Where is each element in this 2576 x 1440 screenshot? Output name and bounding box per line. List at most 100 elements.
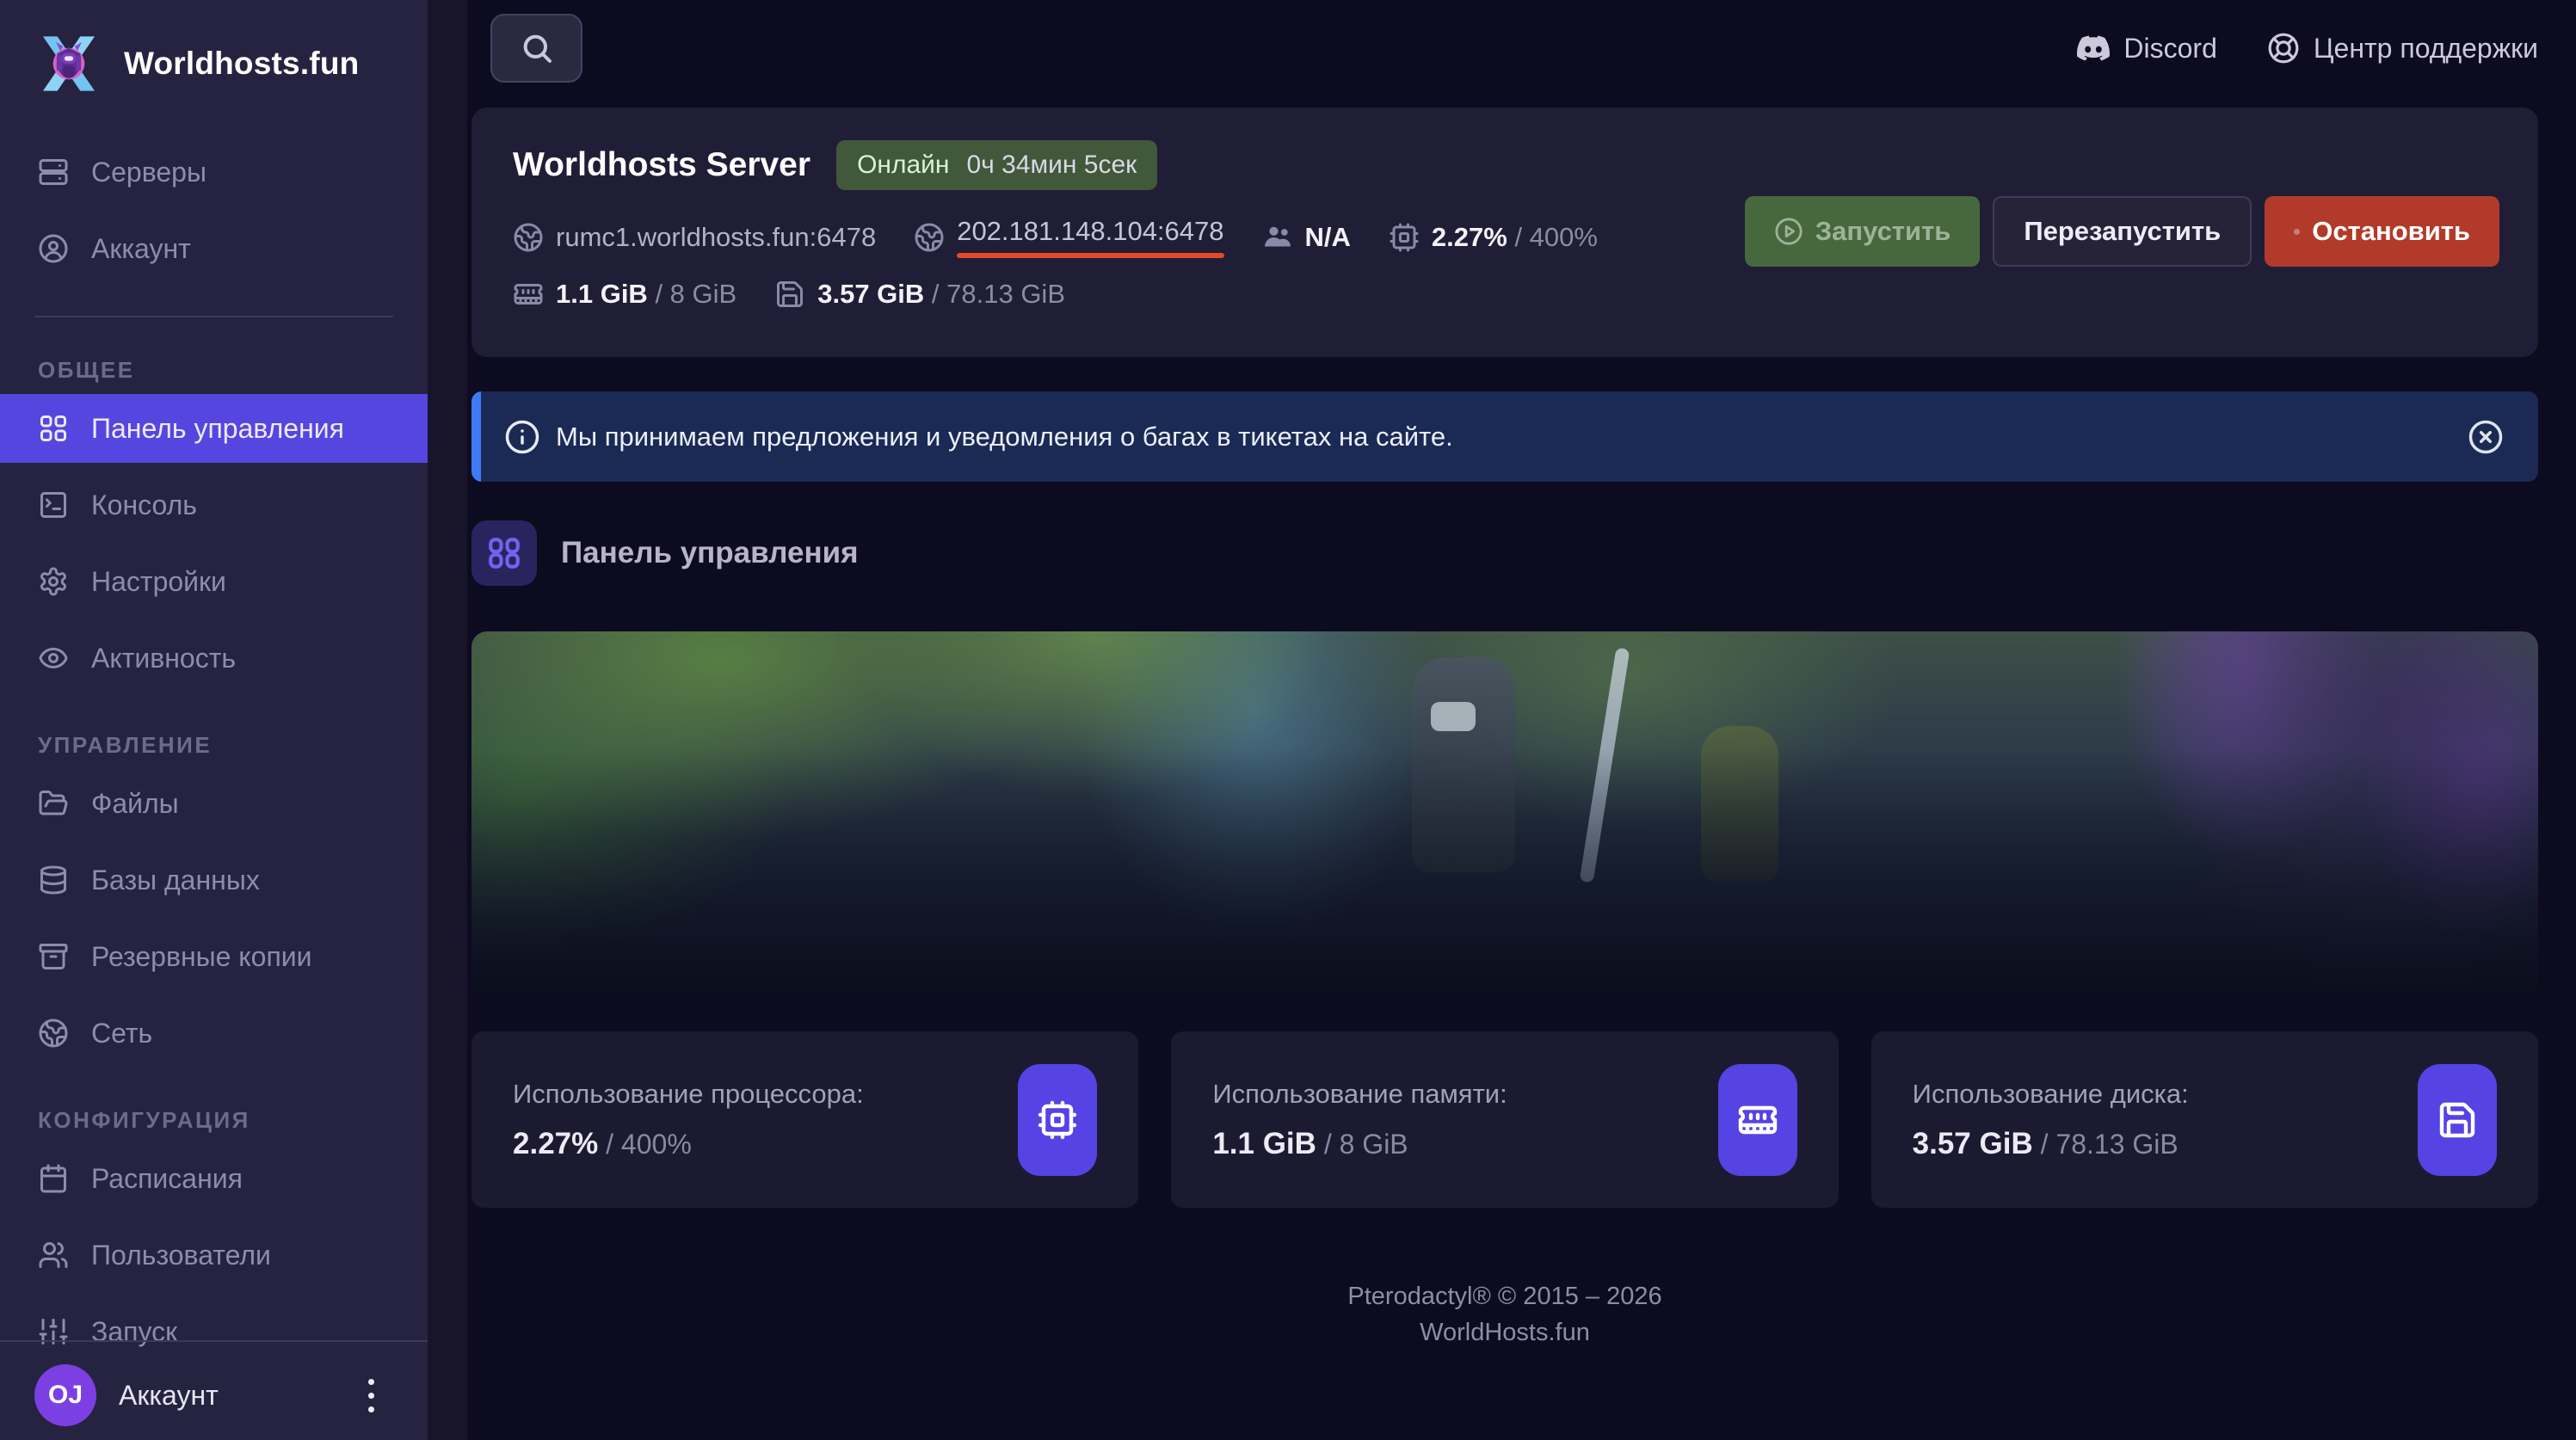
stat-label: Использование процессора:	[513, 1078, 864, 1109]
sidebar-item-files[interactable]: Файлы	[0, 769, 428, 838]
stat-value: 3.57 GiB	[1912, 1126, 2033, 1160]
banner-elf-figure	[1701, 726, 1779, 881]
memory-icon	[514, 284, 543, 305]
footer: Pterodactyl® © 2015 – 2026 WorldHosts.fu…	[471, 1278, 2538, 1351]
cpu-icon	[1390, 223, 1419, 251]
disk-stat-card: Использование диска: 3.57 GiB / 78.13 Gi…	[1870, 1031, 2538, 1208]
server-actions: Запустить Перезапустить Остановить	[1744, 196, 2499, 267]
sidebar-item-servers[interactable]: Серверы	[0, 138, 428, 206]
activity-eye-icon	[39, 647, 68, 669]
discord-link[interactable]: Discord	[2077, 32, 2217, 65]
topbar: Discord Центр поддержки	[471, 13, 2538, 83]
backups-archive-icon	[39, 944, 68, 969]
sidebar-item-users[interactable]: Пользователи	[0, 1221, 428, 1289]
sidebar-section-configuration: КОНФИГУРАЦИЯ	[38, 1107, 250, 1133]
sidebar-item-label: Резервные копии	[91, 940, 312, 972]
sidebar-item-network[interactable]: Сеть	[0, 999, 428, 1068]
info-icon	[505, 420, 539, 453]
topbar-links: Discord Центр поддержки	[2077, 32, 2538, 65]
server-status: Онлайн	[857, 151, 950, 179]
sidebar-item-activity[interactable]: Активность	[0, 624, 428, 692]
restart-button[interactable]: Перезапустить	[1993, 196, 2252, 267]
database-icon	[40, 865, 66, 895]
support-center-link[interactable]: Центр поддержки	[2267, 32, 2538, 65]
server-ip-text: 202.181.148.104:6478	[957, 216, 1224, 246]
schedules-calendar-icon	[40, 1164, 66, 1193]
sidebar-item-label: Настройки	[91, 565, 226, 597]
main-content: Discord Центр поддержки Worldhosts Serve…	[467, 0, 2576, 1440]
server-cpu: 2.27% / 400%	[1389, 222, 1598, 253]
memory-icon	[1738, 1105, 1777, 1134]
search-icon	[523, 34, 552, 63]
sidebar-item-dashboard[interactable]: Панель управления	[0, 394, 428, 463]
stat-value: 2.27%	[513, 1126, 599, 1160]
sidebar-item-console[interactable]: Консоль	[0, 471, 428, 539]
sidebar-item-label: Сеть	[91, 1017, 153, 1049]
disk-icon	[2439, 1102, 2475, 1137]
stop-button[interactable]: Остановить	[2265, 196, 2499, 267]
sidebar-item-backups[interactable]: Резервные копии	[0, 922, 428, 991]
players-icon	[1264, 226, 1291, 246]
sidebar-item-databases[interactable]: Базы данных	[0, 846, 428, 914]
stat-cards: Использование процессора: 2.27% / 400% И…	[471, 1031, 2538, 1208]
sidebar-section-management: УПРАВЛЕНИЕ	[38, 732, 213, 758]
discord-icon	[2077, 35, 2111, 61]
sidebar-divider	[34, 316, 393, 317]
account-icon	[39, 234, 68, 263]
app-root: Worldhosts.fun Серверы Аккаунт ОБЩЕЕ Пан…	[0, 0, 2576, 1440]
search-button[interactable]	[490, 14, 582, 83]
server-ip[interactable]: 202.181.148.104:6478	[914, 216, 1224, 258]
sidebar-item-label: Аккаунт	[91, 232, 191, 264]
alert-text: Мы принимаем предложения и уведомления о…	[556, 421, 1453, 452]
stat-limit: / 8 GiB	[1316, 1128, 1408, 1160]
info-alert: Мы принимаем предложения и уведомления о…	[471, 391, 2538, 482]
stat-label: Использование памяти:	[1212, 1078, 1507, 1109]
alert-accent-bar	[471, 391, 481, 482]
dashboard-grid-icon	[489, 538, 520, 569]
console-icon	[40, 492, 66, 518]
cpu-icon-box	[1018, 1063, 1098, 1176]
brand[interactable]: Worldhosts.fun	[0, 0, 428, 98]
sidebar-item-schedules[interactable]: Расписания	[0, 1144, 428, 1213]
dashboard-grid-icon	[40, 415, 66, 441]
discord-label: Discord	[2123, 32, 2217, 64]
cpu-icon	[1038, 1100, 1077, 1139]
server-disk: 3.57 GiB / 78.13 GiB	[774, 279, 1065, 310]
account-menu-kebab-icon[interactable]	[363, 1374, 379, 1418]
stat-value: 1.1 GiB	[1212, 1126, 1316, 1160]
section-title: Панель управления	[561, 536, 859, 569]
sidebar-item-label: Базы данных	[91, 864, 260, 895]
server-card: Worldhosts Server Онлайн 0ч 34мин 5сек r…	[471, 108, 2538, 357]
sidebar-item-settings[interactable]: Настройки	[0, 547, 428, 616]
sidebar-item-label: Консоль	[91, 489, 197, 520]
section-heading: Панель управления	[471, 520, 2538, 586]
server-players: N/A	[1262, 222, 1351, 253]
files-folder-icon	[39, 791, 68, 815]
sidebar-item-label: Панель управления	[91, 412, 344, 444]
game-banner-image	[471, 631, 2538, 997]
sidebar-item-label: Файлы	[91, 787, 179, 819]
account-label: Аккаунт	[119, 1379, 219, 1411]
server-status-badge: Онлайн 0ч 34мин 5сек	[836, 140, 1158, 190]
sidebar: Worldhosts.fun Серверы Аккаунт ОБЩЕЕ Пан…	[0, 0, 467, 1440]
server-hostname: rumc1.worldhosts.fun:6478	[513, 222, 876, 253]
brand-logo-icon	[34, 29, 103, 98]
sidebar-section-general: ОБЩЕЕ	[38, 357, 135, 383]
settings-gear-icon	[40, 567, 66, 596]
servers-icon	[39, 159, 68, 185]
start-button[interactable]: Запустить	[1744, 196, 1981, 267]
lifebuoy-icon	[2268, 33, 2299, 64]
alert-close-button[interactable]	[2466, 417, 2505, 457]
close-circle-icon	[2468, 420, 2503, 453]
support-label: Центр поддержки	[2313, 32, 2538, 64]
sidebar-item-label: Серверы	[91, 156, 206, 188]
server-name: Worldhosts Server	[513, 146, 811, 183]
server-uptime: 0ч 34мин 5сек	[966, 151, 1137, 179]
users-icon	[39, 1242, 68, 1268]
sidebar-scrollbar-gutter[interactable]	[428, 0, 467, 1440]
sidebar-item-label: Активность	[91, 642, 237, 674]
sidebar-item-account[interactable]: Аккаунт	[0, 214, 428, 283]
sidebar-account-row[interactable]: OJ Аккаунт	[0, 1340, 428, 1440]
server-ram: 1.1 GiB / 8 GiB	[513, 279, 736, 310]
memory-stat-card: Использование памяти: 1.1 GiB / 8 GiB	[1171, 1031, 1839, 1208]
